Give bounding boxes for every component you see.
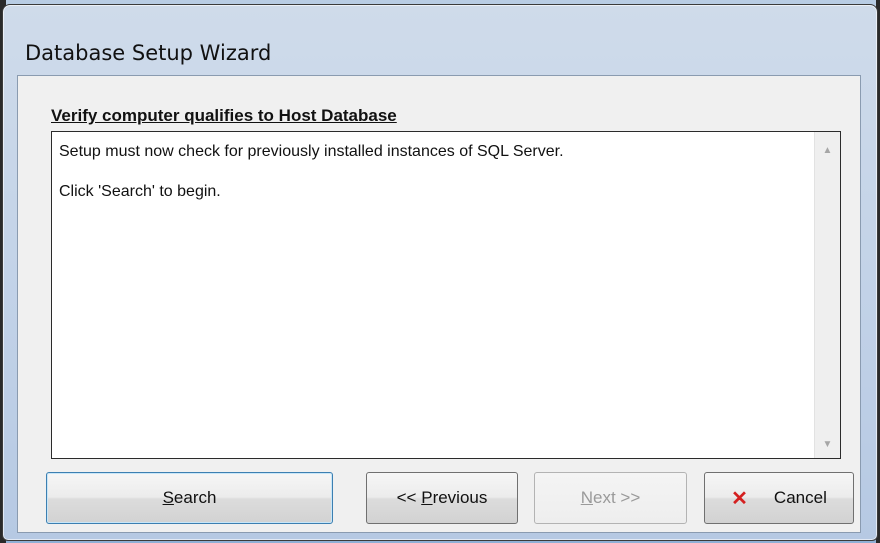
previous-button-mnemonic: P — [421, 488, 433, 507]
next-button[interactable]: Next >> — [534, 472, 687, 524]
x-icon: ✕ — [731, 487, 748, 510]
message-textbox[interactable]: Setup must now check for previously inst… — [51, 131, 841, 459]
message-line: Click 'Search' to begin. — [59, 183, 221, 200]
section-heading: Verify computer qualifies to Host Databa… — [51, 106, 397, 125]
next-button-mnemonic: N — [580, 488, 593, 507]
scroll-down-icon[interactable]: ▼ — [815, 432, 840, 456]
wizard-window: Database Setup Wizard Verify computer qu… — [2, 4, 878, 541]
search-button-label: earch — [173, 488, 217, 507]
window-title: Database Setup Wizard — [25, 41, 272, 65]
previous-button-label: revious — [432, 488, 488, 507]
previous-button[interactable]: << Previous — [366, 472, 518, 524]
message-text: Setup must now check for previously inst… — [59, 142, 809, 222]
vertical-scrollbar[interactable]: ▲ ▼ — [814, 132, 840, 458]
message-line: Setup must now check for previously inst… — [59, 143, 564, 160]
next-button-label: ext >> — [593, 488, 641, 507]
search-button[interactable]: Search — [46, 472, 333, 524]
cancel-button[interactable]: ✕ Cancel — [704, 472, 854, 524]
wizard-content: Verify computer qualifies to Host Databa… — [17, 75, 861, 533]
search-button-mnemonic: S — [162, 488, 174, 507]
title-bar[interactable]: Database Setup Wizard — [3, 5, 877, 79]
scroll-up-icon[interactable]: ▲ — [815, 138, 840, 162]
previous-button-prefix: << — [396, 488, 422, 507]
cancel-button-label: Cancel — [773, 488, 827, 507]
